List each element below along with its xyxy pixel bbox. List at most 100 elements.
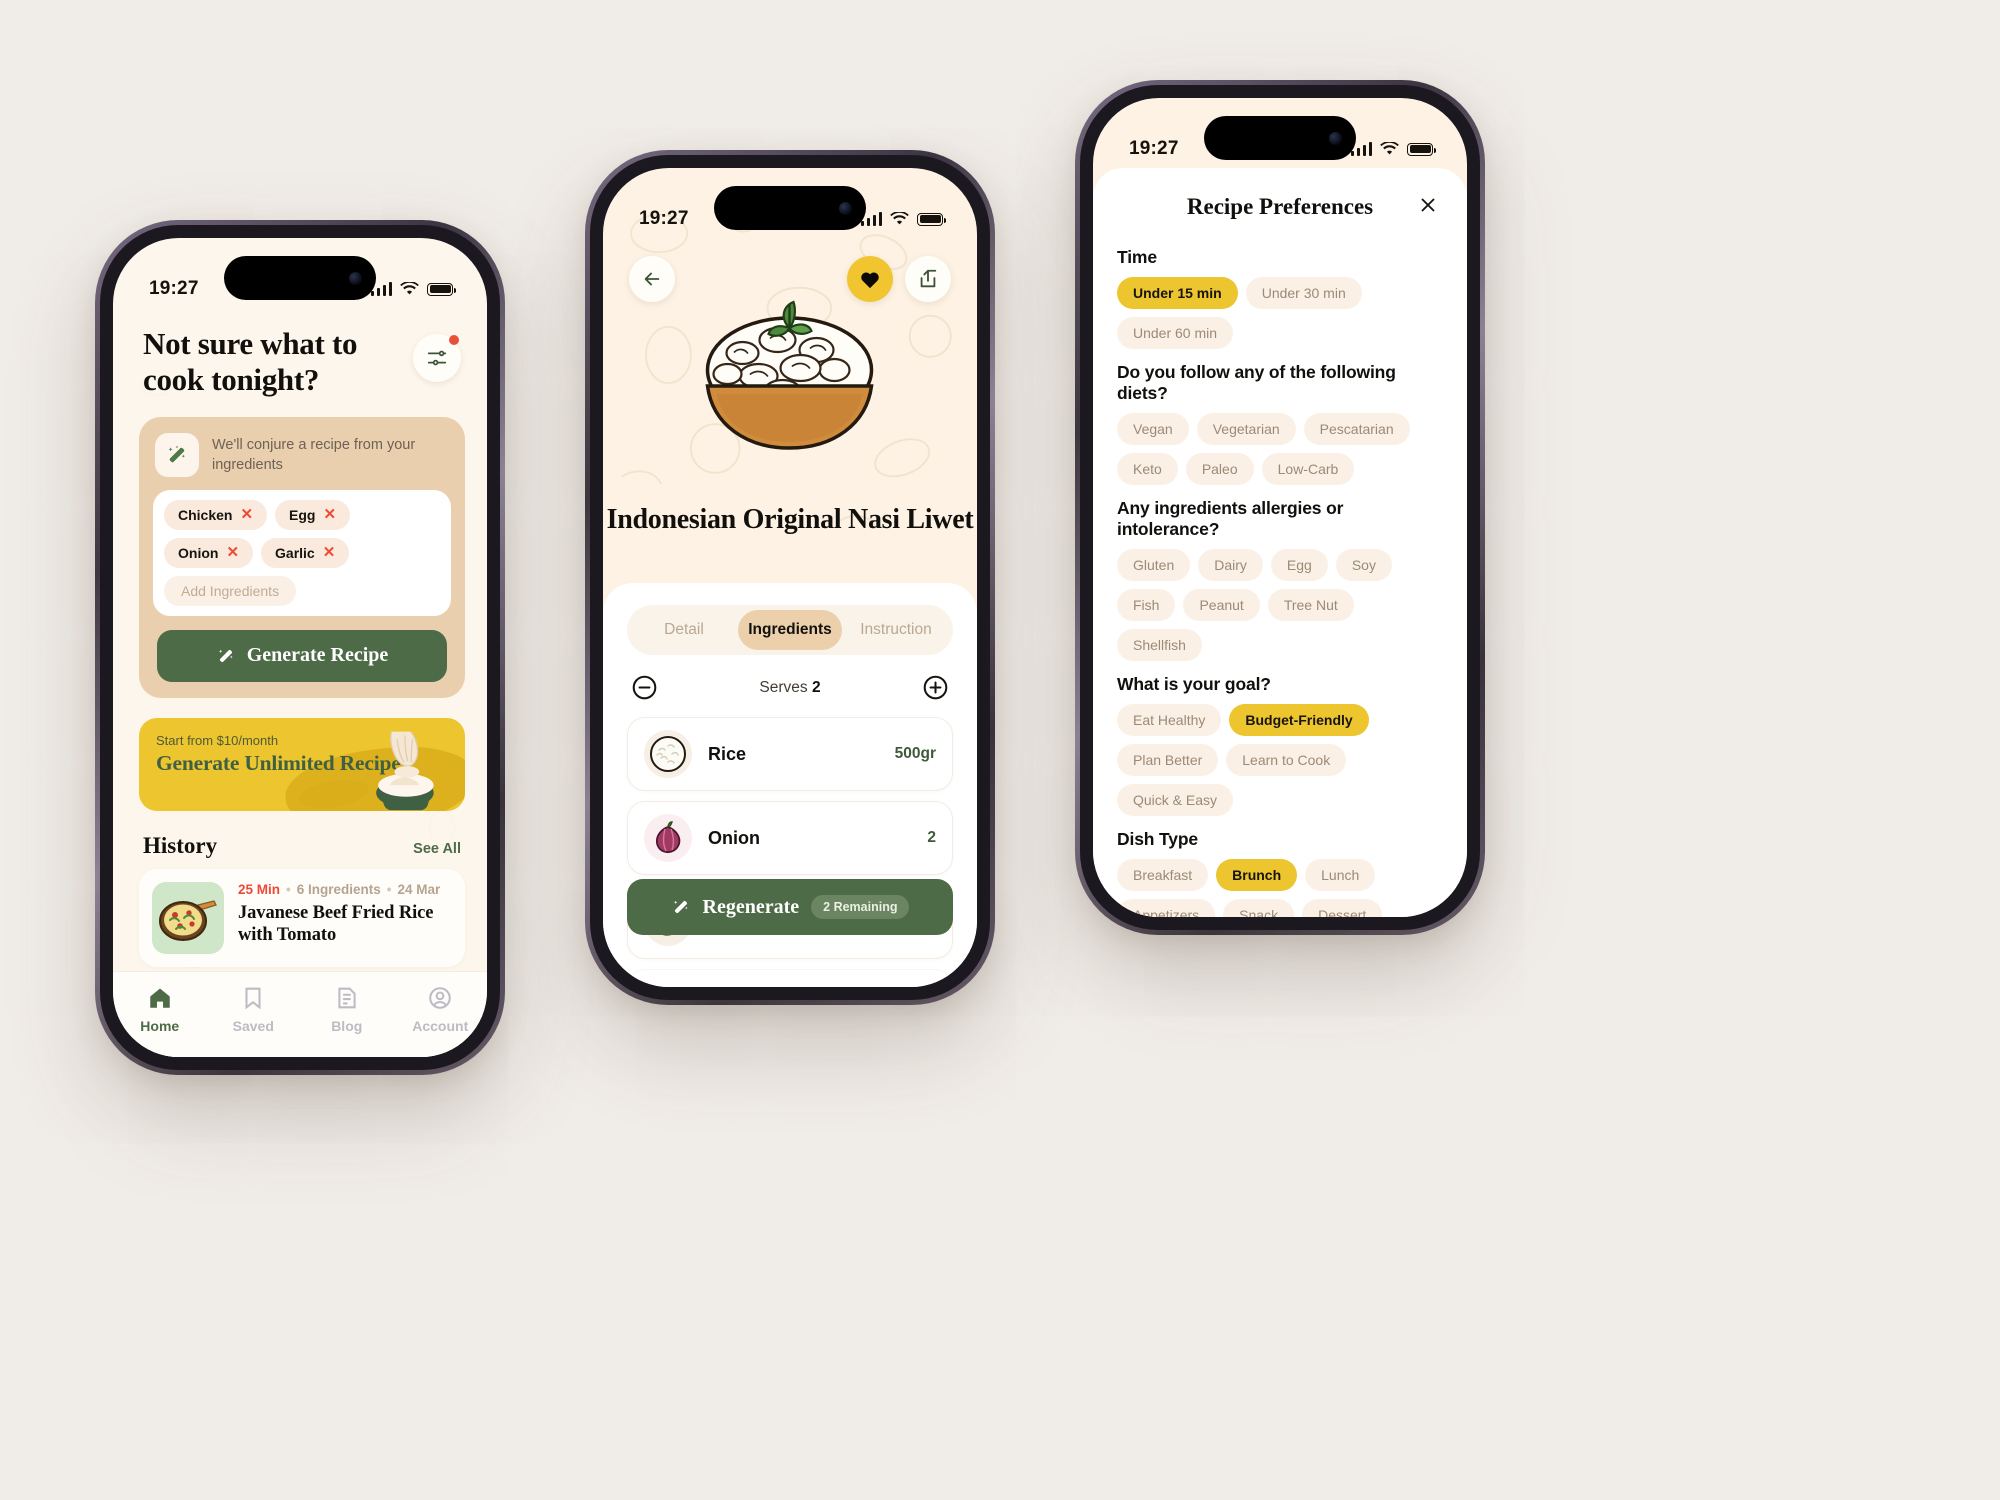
tab-home[interactable]: Home xyxy=(113,985,207,1034)
battery-icon xyxy=(427,282,456,296)
pref-chip[interactable]: Quick & Easy xyxy=(1117,784,1234,816)
regenerate-remaining-badge: 2 Remaining xyxy=(811,895,910,919)
close-button[interactable] xyxy=(1413,190,1443,220)
pref-chip[interactable]: Shellfish xyxy=(1117,629,1202,661)
pref-chip[interactable]: Learn to Cook xyxy=(1226,744,1347,776)
ingredient-chip[interactable]: Onion ✕ xyxy=(164,537,254,568)
back-button[interactable] xyxy=(629,256,675,302)
chip-group: Gluten Dairy Egg Soy Fish Peanut Tree Nu… xyxy=(1117,549,1443,661)
serves-stepper: Serves 2 xyxy=(627,655,953,717)
pref-chip[interactable]: Soy xyxy=(1335,549,1392,581)
arrow-left-icon xyxy=(644,272,660,286)
pref-chip[interactable]: Dessert xyxy=(1302,899,1383,917)
history-item-meta: 25 Min • 6 Ingredients • 24 Mar xyxy=(238,882,452,897)
ingredient-row-partial[interactable] xyxy=(627,969,953,987)
pref-chip[interactable]: Vegan xyxy=(1117,413,1189,445)
ingredient-row[interactable]: Rice 500gr xyxy=(627,717,953,791)
pref-chip[interactable]: Appetizers xyxy=(1117,899,1216,917)
conjure-description: We'll conjure a recipe from your ingredi… xyxy=(212,436,416,473)
bookmark-icon xyxy=(245,987,261,1010)
history-item[interactable]: 25 Min • 6 Ingredients • 24 Mar Javanese… xyxy=(139,868,465,967)
pref-chip[interactable]: Breakfast xyxy=(1117,859,1209,891)
pref-chip[interactable]: Eat Healthy xyxy=(1117,704,1222,736)
pref-chip[interactable]: Paleo xyxy=(1185,453,1254,485)
history-item-name: Javanese Beef Fried Rice with Tomato xyxy=(238,902,434,945)
tab-instruction[interactable]: Instruction xyxy=(844,610,948,650)
ingredient-chip[interactable]: Egg ✕ xyxy=(275,499,351,530)
chip-group: Under 15 min Under 30 min Under 60 min xyxy=(1117,277,1443,349)
generate-recipe-button[interactable]: Generate Recipe xyxy=(157,629,447,682)
share-icon xyxy=(920,269,937,288)
pref-chip[interactable]: Lunch xyxy=(1305,859,1376,891)
pref-chip[interactable]: Dairy xyxy=(1198,549,1263,581)
add-ingredients-input[interactable]: Add Ingredients xyxy=(164,575,297,606)
ingredient-chip-label: Garlic xyxy=(275,544,315,561)
filter-badge xyxy=(449,335,459,345)
pref-chip[interactable]: Keto xyxy=(1117,453,1178,485)
ingredient-row[interactable]: Onion 2 xyxy=(627,801,953,875)
ingredient-name: Onion xyxy=(708,827,760,848)
tab-detail[interactable]: Detail xyxy=(632,610,736,650)
ingredient-chip[interactable]: Garlic ✕ xyxy=(261,537,350,568)
chip-group: Eat Healthy Budget-Friendly Plan Better … xyxy=(1117,704,1443,816)
ingredient-chip-label: Egg xyxy=(289,506,316,523)
tab-saved[interactable]: Saved xyxy=(207,985,301,1034)
pref-chip[interactable]: Snack xyxy=(1223,899,1295,917)
pref-chip[interactable]: Under 60 min xyxy=(1117,317,1234,349)
remove-ingredient-icon[interactable]: ✕ xyxy=(226,545,239,560)
home-screen: 19:27 Not sure what to cook tonight? We'… xyxy=(113,238,487,1057)
plus-circle-icon[interactable] xyxy=(922,674,949,701)
regenerate-label: Regenerate xyxy=(702,895,800,918)
pref-chip[interactable]: Fish xyxy=(1117,589,1176,621)
tab-ingredients[interactable]: Ingredients xyxy=(738,610,842,650)
phone-preferences: 19:27 Recipe Preferences Time Under 15 m… xyxy=(1075,80,1485,935)
pref-chip[interactable]: Peanut xyxy=(1183,589,1260,621)
promo-banner[interactable]: Start from $10/month Generate Unlimited … xyxy=(139,717,465,811)
pref-chip[interactable]: Egg xyxy=(1270,549,1328,581)
pref-section-allergies: Any ingredients allergies or intolerance… xyxy=(1117,498,1443,661)
bottom-tab-bar: Home Saved Blog Account xyxy=(113,971,487,1057)
remove-ingredient-icon[interactable]: ✕ xyxy=(324,507,337,522)
front-camera-icon xyxy=(839,201,852,215)
recipe-title: Indonesian Original Nasi Liwet xyxy=(606,504,974,535)
history-item-ingredients: 6 Ingredients xyxy=(296,881,381,897)
generate-recipe-label: Generate Recipe xyxy=(246,644,389,667)
ingredient-thumbnail xyxy=(644,730,692,778)
history-title: History xyxy=(143,832,218,858)
meta-separator: • xyxy=(286,881,291,897)
remove-ingredient-icon[interactable]: ✕ xyxy=(323,545,336,560)
filter-button[interactable] xyxy=(413,334,461,382)
tab-account[interactable]: Account xyxy=(394,985,488,1034)
favorite-button[interactable] xyxy=(847,256,893,302)
remove-ingredient-icon[interactable]: ✕ xyxy=(240,507,253,522)
pref-chip[interactable]: Budget-Friendly xyxy=(1229,704,1369,736)
serves-label-group: Serves 2 xyxy=(759,679,820,697)
ingredient-chips-box: Chicken ✕ Egg ✕ Onion ✕ Garlic ✕ Add Ingredi… xyxy=(153,489,451,616)
onion-icon xyxy=(655,821,681,854)
ingredient-chip[interactable]: Chicken ✕ xyxy=(164,499,268,530)
dynamic-island xyxy=(224,256,376,300)
pref-chip[interactable]: Tree Nut xyxy=(1267,589,1354,621)
pref-chip[interactable]: Under 15 min xyxy=(1117,277,1238,309)
chip-group: Vegan Vegetarian Pescatarian Keto Paleo … xyxy=(1117,413,1443,485)
pref-chip[interactable]: Pescatarian xyxy=(1303,413,1410,445)
pref-chip[interactable]: Brunch xyxy=(1216,859,1298,891)
preferences-sheet: Recipe Preferences Time Under 15 min Und… xyxy=(1093,168,1467,917)
ingredient-thumbnail xyxy=(644,814,692,862)
minus-circle-icon[interactable] xyxy=(631,674,658,701)
ingredient-qty: 500gr xyxy=(894,745,936,762)
pref-chip[interactable]: Gluten xyxy=(1117,549,1191,581)
chip-group: Breakfast Brunch Lunch Appetizers Snack … xyxy=(1117,859,1443,917)
dynamic-island xyxy=(714,186,866,230)
regenerate-button[interactable]: Regenerate 2 Remaining xyxy=(627,879,953,935)
share-button[interactable] xyxy=(905,256,951,302)
pref-chip[interactable]: Low-Carb xyxy=(1261,453,1355,485)
section-title: Dish Type xyxy=(1117,829,1198,849)
see-all-link[interactable]: See All xyxy=(413,841,461,857)
tab-account-label: Account xyxy=(412,1018,469,1034)
pref-chip[interactable]: Plan Better xyxy=(1117,744,1219,776)
tab-blog[interactable]: Blog xyxy=(300,985,394,1034)
preferences-header: Recipe Preferences xyxy=(1117,190,1443,234)
pref-chip[interactable]: Under 30 min xyxy=(1245,277,1362,309)
pref-chip[interactable]: Vegetarian xyxy=(1196,413,1296,445)
